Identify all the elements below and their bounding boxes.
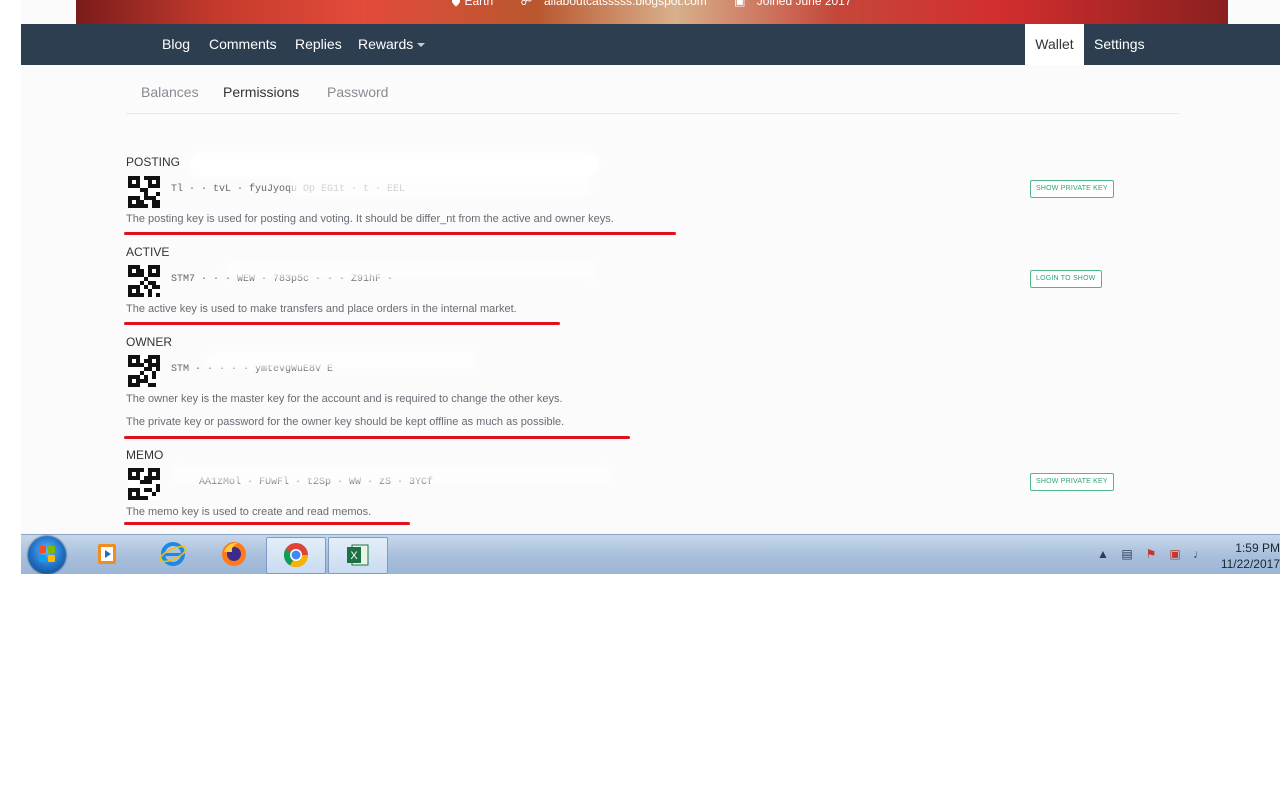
tab-balances[interactable]: Balances [141, 84, 199, 100]
qr-code-icon[interactable] [128, 176, 160, 208]
taskbar-excel[interactable]: X [328, 537, 388, 574]
taskbar-internet-explorer[interactable] [144, 537, 202, 572]
joined-meta: ▣ Joined June 2017 [726, 0, 851, 8]
website-link[interactable]: ☍ allaboutcatsssss.blogspot.com [513, 0, 707, 8]
annotation-underline [124, 522, 410, 525]
link-icon: ☍ [520, 0, 533, 8]
annotation-underline [124, 232, 676, 235]
login-to-show-button[interactable]: LOGIN TO SHOW [1030, 270, 1102, 288]
nav-comments[interactable]: Comments [209, 24, 277, 65]
qr-code-icon[interactable] [128, 468, 160, 500]
annotation-underline [124, 436, 630, 439]
show-memo-private-key-button[interactable]: SHOW PRIVATE KEY [1030, 473, 1114, 491]
qr-code-icon[interactable] [128, 355, 160, 387]
taskbar-firefox[interactable] [205, 537, 263, 572]
profile-cover-photo: Earth ☍ allaboutcatsssss.blogspot.com ▣ … [76, 0, 1228, 24]
redaction-scribble [171, 466, 611, 482]
nav-rewards-label: Rewards [358, 36, 414, 52]
active-title: ACTIVE [126, 245, 170, 259]
clock-date: 11/22/2017 [1220, 557, 1280, 571]
start-button[interactable] [28, 536, 66, 574]
nav-settings[interactable]: Settings [1094, 24, 1145, 65]
chrome-icon [283, 543, 308, 568]
device-warning-icon[interactable]: ▣ [1168, 547, 1182, 561]
tab-permissions[interactable]: Permissions [223, 84, 299, 100]
windows-logo-icon [39, 546, 55, 562]
active-description: The active key is used to make transfers… [126, 303, 517, 315]
redaction-scribble [226, 262, 596, 278]
show-hidden-icons-icon[interactable]: ▲ [1096, 547, 1110, 561]
show-posting-private-key-button[interactable]: SHOW PRIVATE KEY [1030, 180, 1114, 198]
owner-title: OWNER [126, 335, 172, 349]
firefox-icon [222, 542, 246, 566]
location-pin-icon [450, 0, 463, 7]
caret-down-icon [417, 43, 426, 48]
owner-description: The owner key is the master key for the … [126, 393, 563, 405]
internet-explorer-icon [159, 542, 187, 566]
posting-title: POSTING [126, 155, 181, 169]
nav-wallet[interactable]: Wallet [1025, 24, 1084, 65]
divider [126, 113, 1179, 114]
memo-description: The memo key is used to create and read … [126, 506, 372, 518]
clock-time: 1:59 PM [1235, 541, 1280, 555]
tab-password[interactable]: Password [327, 84, 388, 100]
posting-description: The posting key is used for posting and … [126, 213, 614, 225]
profile-nav-bar: Blog Comments Replies Rewards Wallet Set… [21, 24, 1280, 65]
svg-text:X: X [350, 550, 358, 562]
nav-replies[interactable]: Replies [295, 24, 342, 65]
annotation-underline [124, 322, 560, 325]
excel-icon: X [347, 544, 369, 566]
nav-rewards[interactable]: Rewards [358, 24, 426, 65]
redaction-scribble [189, 152, 599, 178]
taskbar-media-player[interactable] [79, 537, 137, 572]
nav-blog[interactable]: Blog [162, 24, 190, 65]
memo-title: MEMO [126, 448, 164, 462]
windows-taskbar: X ▲ ▤ ⚑ ▣ ♩ 1:59 PM 11/22/2017 [21, 534, 1280, 574]
redaction-scribble [206, 352, 476, 368]
network-signal-icon[interactable]: ▤ [1120, 547, 1134, 561]
taskbar-chrome[interactable] [266, 537, 326, 574]
volume-icon[interactable]: ♩ [1192, 547, 1206, 561]
location-meta: Earth [450, 0, 493, 8]
browser-page: Earth ☍ allaboutcatsssss.blogspot.com ▣ … [21, 0, 1280, 574]
qr-code-icon[interactable] [128, 265, 160, 297]
calendar-icon: ▣ [734, 0, 746, 8]
action-center-flag-icon[interactable]: ⚑ [1144, 547, 1158, 561]
profile-meta: Earth ☍ allaboutcatsssss.blogspot.com ▣ … [76, 0, 1228, 8]
owner-offline-note: The private key or password for the owne… [126, 416, 565, 428]
media-player-icon [98, 544, 116, 564]
taskbar-clock[interactable]: 1:59 PM 11/22/2017 [1216, 540, 1280, 572]
redaction-scribble [291, 178, 591, 196]
